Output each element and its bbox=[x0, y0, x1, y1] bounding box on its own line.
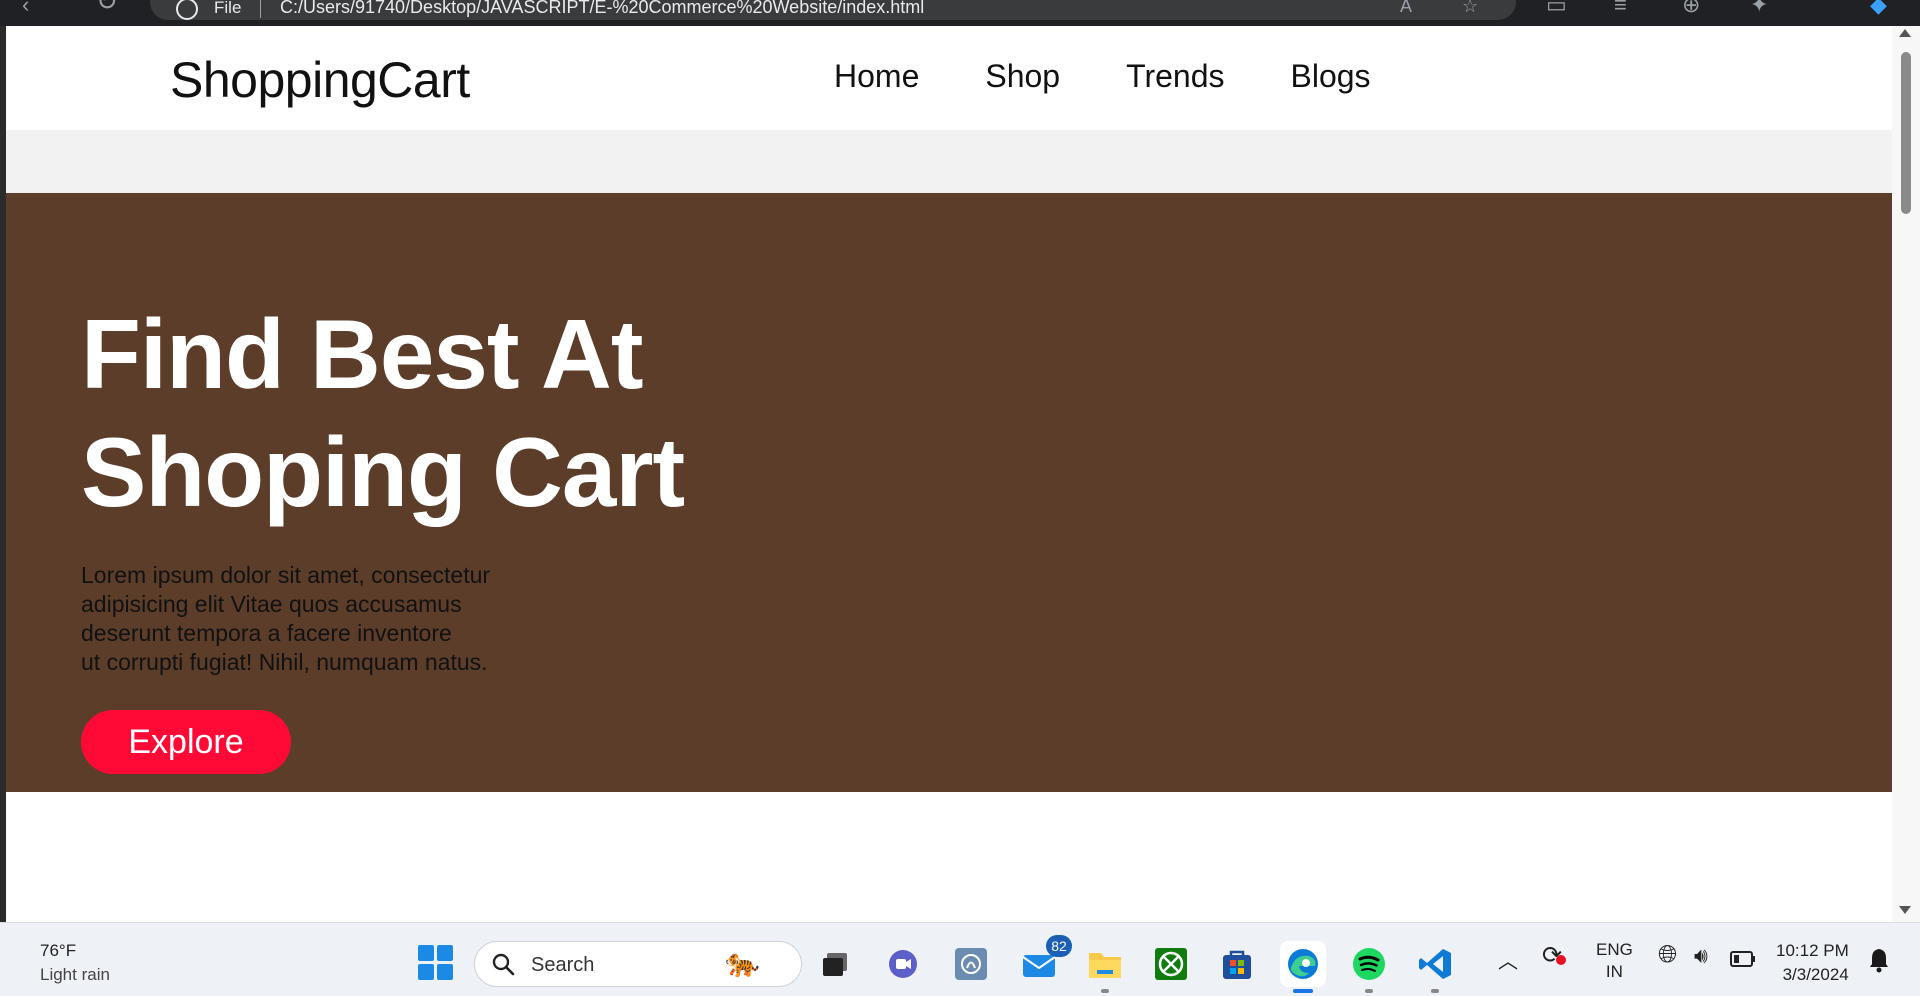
file-explorer-icon[interactable] bbox=[1082, 941, 1128, 993]
site-info-icon[interactable] bbox=[176, 0, 198, 20]
search-highlight-tiger-icon: 🐅 bbox=[725, 947, 760, 978]
weather-widget[interactable]: 76°F Light rain bbox=[40, 941, 110, 985]
network-globe-icon[interactable]: 🌐︎ bbox=[1658, 941, 1677, 969]
hero-text-line: adipisicing elit Vitae quos accusamus bbox=[81, 591, 462, 617]
mail-unread-badge: 82 bbox=[1046, 935, 1072, 957]
notification-bell-icon[interactable] bbox=[1868, 947, 1890, 978]
back-icon[interactable]: ‹ bbox=[22, 0, 29, 16]
running-indicator bbox=[1365, 989, 1373, 993]
spotify-icon[interactable] bbox=[1346, 941, 1392, 993]
windows-start-icon[interactable] bbox=[418, 945, 454, 981]
split-screen-icon[interactable]: ▭ bbox=[1546, 0, 1567, 16]
address-url[interactable]: C:/Users/91740/Desktop/JAVASCRIPT/E-%20C… bbox=[280, 0, 924, 18]
xbox-icon[interactable] bbox=[1148, 941, 1194, 987]
lang-code: ENG bbox=[1596, 940, 1633, 959]
running-indicator bbox=[1431, 989, 1439, 993]
favorite-star-icon[interactable]: ☆ bbox=[1462, 0, 1478, 17]
nav-home[interactable]: Home bbox=[834, 58, 919, 95]
browser-toolbar: ‹ ↻ File C:/Users/91740/Desktop/JAVASCRI… bbox=[0, 0, 1920, 26]
clock-time: 10:12 PM bbox=[1776, 941, 1849, 960]
task-view-icon[interactable] bbox=[812, 941, 858, 987]
mail-icon[interactable]: 82 bbox=[1016, 935, 1072, 987]
collections-icon[interactable]: ⊕ bbox=[1682, 0, 1700, 16]
store-icon[interactable] bbox=[1214, 941, 1260, 987]
clock-date: 3/3/2024 bbox=[1782, 965, 1849, 984]
windows-taskbar: 76°F Light rain Search 🐅 82 ︿ ⟳ ENG IN 🌐… bbox=[0, 922, 1920, 996]
system-clock[interactable]: 10:12 PM 3/3/2024 bbox=[1776, 939, 1849, 987]
explore-button[interactable]: Explore bbox=[81, 710, 291, 774]
hero-text-line: Lorem ipsum dolor sit amet, consectetur bbox=[81, 562, 491, 588]
address-bar[interactable]: File C:/Users/91740/Desktop/JAVASCRIPT/E… bbox=[150, 0, 1516, 20]
hero-description: Lorem ipsum dolor sit amet, consectetur … bbox=[81, 561, 521, 677]
hero-title-line-1: Find Best At bbox=[81, 299, 643, 409]
address-scheme-label: File bbox=[214, 0, 242, 17]
web-page: ShoppingCart Home Shop Trends Blogs Find… bbox=[6, 26, 1892, 922]
scroll-up-icon[interactable] bbox=[1899, 29, 1911, 37]
read-aloud-icon[interactable]: A bbox=[1400, 0, 1412, 17]
page-scrollbar[interactable] bbox=[1892, 26, 1920, 922]
hero-section: Find Best At Shoping Cart Lorem ipsum do… bbox=[6, 193, 1892, 792]
favorites-icon[interactable]: ≡ bbox=[1614, 0, 1627, 16]
input-language[interactable]: ENG IN bbox=[1596, 939, 1633, 983]
hero-text-line: ut corrupti fugiat! Nihil, numquam natus… bbox=[81, 649, 488, 675]
running-indicator bbox=[1101, 989, 1109, 993]
lang-region: IN bbox=[1605, 962, 1623, 981]
vscode-icon[interactable] bbox=[1412, 941, 1458, 993]
hero-text-line: deserunt tempora a facere inventore bbox=[81, 620, 452, 646]
hero-title-line-2: Shoping Cart bbox=[81, 417, 685, 527]
copilot-sidebar-icon[interactable]: ◆ bbox=[1870, 0, 1887, 16]
weather-description: Light rain bbox=[40, 965, 110, 984]
search-placeholder: Search bbox=[531, 954, 595, 976]
hero-title: Find Best At Shoping Cart bbox=[81, 295, 781, 531]
scroll-thumb[interactable] bbox=[1901, 52, 1911, 214]
refresh-icon[interactable]: ↻ bbox=[96, 0, 118, 14]
active-indicator bbox=[1293, 989, 1313, 993]
search-icon bbox=[492, 953, 515, 976]
scroll-down-icon[interactable] bbox=[1899, 906, 1911, 914]
volume-icon[interactable]: 🔊︎ bbox=[1694, 943, 1708, 969]
extensions-icon[interactable]: ✦ bbox=[1750, 0, 1768, 16]
taskbar-search[interactable]: Search 🐅 bbox=[474, 941, 802, 987]
teams-icon[interactable] bbox=[880, 941, 926, 987]
copilot-icon[interactable] bbox=[948, 941, 994, 987]
site-nav: Home Shop Trends Blogs bbox=[834, 58, 1371, 95]
site-navbar: ShoppingCart Home Shop Trends Blogs bbox=[6, 26, 1892, 130]
address-separator bbox=[260, 0, 261, 18]
nav-blogs[interactable]: Blogs bbox=[1291, 58, 1371, 95]
chevron-up-icon[interactable]: ︿ bbox=[1498, 945, 1518, 974]
sync-status-icon[interactable]: ⟳ bbox=[1542, 941, 1566, 970]
nav-trends[interactable]: Trends bbox=[1126, 58, 1224, 95]
battery-icon[interactable] bbox=[1730, 951, 1756, 972]
page-content-area bbox=[6, 792, 1892, 922]
weather-temperature: 76°F bbox=[40, 941, 77, 960]
nav-shop[interactable]: Shop bbox=[985, 58, 1060, 95]
site-logo[interactable]: ShoppingCart bbox=[170, 51, 470, 109]
edge-icon[interactable] bbox=[1280, 941, 1326, 993]
